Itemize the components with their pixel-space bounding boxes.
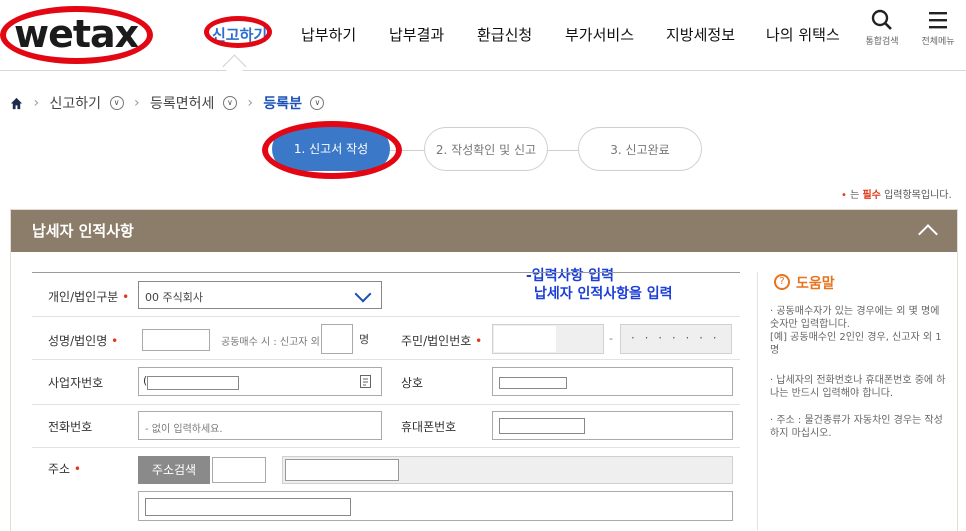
help-item-1: · 공동매수자가 있는 경우에는 외 몇 명에 숫자만 입력합니다. [예] 공… <box>770 306 942 356</box>
address-main-input[interactable] <box>282 456 733 484</box>
step-highlight-ring <box>262 121 402 179</box>
postal-code-input[interactable] <box>212 457 266 483</box>
joint-buyer-text: 공동매수 시 : 신고자 외 <box>221 337 320 348</box>
address-label: 주소 • <box>48 460 81 477</box>
required-mark: • <box>475 334 483 348</box>
breadcrumb-item-registration[interactable]: 등록분 <box>263 96 302 112</box>
question-icon: ? <box>774 274 790 290</box>
panel-header[interactable]: 납세자 인적사항 <box>11 210 957 252</box>
help-item-2: · 납세자의 전화번호나 휴대폰번호 중에 하나는 반드시 입력해야 합니다. <box>770 375 946 399</box>
address-search-button[interactable]: 주소검색 <box>138 456 210 484</box>
company-name-input[interactable] <box>492 367 733 396</box>
required-emphasis: 필수 <box>862 190 881 201</box>
all-menu-button[interactable]: 전체메뉴 <box>918 8 958 47</box>
required-mark: • <box>73 462 81 476</box>
home-icon[interactable] <box>10 97 23 110</box>
name-label: 성명/법인명 • <box>48 332 118 349</box>
id-number-dash: - <box>609 332 613 345</box>
required-note: • 는 필수 입력항목입니다. <box>841 186 952 201</box>
breadcrumb: › 신고하기 ∨ › 등록면허세 ∨ › 등록분 ∨ <box>10 93 325 113</box>
taxpayer-type-value: 00 주식회사 <box>145 291 203 304</box>
taxpayer-type-text: 개인/법인구분 <box>48 290 119 304</box>
hamburger-icon <box>929 12 947 29</box>
logo-highlight-ring <box>0 6 153 64</box>
address-label-text: 주소 <box>48 462 71 476</box>
nav-my-wetax[interactable]: 나의 위택스 <box>766 24 840 45</box>
phone-input[interactable]: - 없이 입력하세요. <box>138 411 382 440</box>
taxpayer-type-select[interactable]: 00 주식회사 <box>138 281 382 309</box>
required-mark: • <box>111 334 119 348</box>
step-2-review: 2. 작성확인 및 신고 <box>424 127 548 171</box>
phone-placeholder: - 없이 입력하세요. <box>145 424 223 435</box>
help-item-3: · 주소 : 물건종류가 자동차인 경우는 작성하지 마십시오. <box>770 415 943 439</box>
business-number-input[interactable]: ( <box>138 367 382 396</box>
chevron-right-icon: › <box>133 95 140 111</box>
company-name-redaction <box>499 377 567 389</box>
name-label-text: 성명/법인명 <box>48 334 108 348</box>
section-title: 납세자 인적사항 <box>32 222 134 240</box>
breadcrumb-item-file-return[interactable]: 신고하기 <box>50 96 102 112</box>
chevron-down-icon[interactable]: ∨ <box>222 96 237 110</box>
company-name-label: 상호 <box>401 376 424 390</box>
search-label: 통합검색 <box>865 37 899 47</box>
name-input[interactable] <box>142 329 210 351</box>
chevron-right-icon: › <box>247 95 253 111</box>
breadcrumb-item-registration-license-tax[interactable]: 등록면허세 <box>150 96 214 112</box>
site-header: wetax 신고하기 납부하기 납부결과 환급신청 부가서비스 지방세정보 나의… <box>0 0 966 71</box>
menu-label: 전체메뉴 <box>921 37 955 47</box>
id-number-label-text: 주민/법인번호 <box>401 334 472 348</box>
required-bullet: • <box>841 190 847 201</box>
nav-payment-result[interactable]: 납부결과 <box>389 24 444 45</box>
mobile-redaction <box>499 418 585 434</box>
help-title: 도움말 <box>796 276 835 292</box>
chevron-down-icon <box>354 285 372 303</box>
chevron-up-icon[interactable] <box>918 224 938 244</box>
mobile-input[interactable] <box>492 411 733 440</box>
address-detail-value <box>145 498 351 516</box>
mobile-label: 휴대폰번호 <box>401 420 457 434</box>
document-icon[interactable] <box>360 375 371 388</box>
help-panel: ? 도움말 · 공동매수자가 있는 경우에는 외 몇 명에 숫자만 입력합니다.… <box>757 272 954 530</box>
joint-buyer-unit: 명 <box>359 333 370 346</box>
required-prefix: 는 <box>850 190 860 201</box>
id-number-back-input[interactable]: · · · · · · · <box>620 324 732 354</box>
address-detail-input[interactable] <box>138 491 733 521</box>
chevron-right-icon: › <box>33 95 40 111</box>
search-icon <box>871 9 892 30</box>
id-number-label: 주민/법인번호 • <box>401 332 482 349</box>
chevron-down-icon[interactable]: ∨ <box>109 96 124 110</box>
phone-label: 전화번호 <box>48 420 93 434</box>
chevron-down-icon[interactable]: ∨ <box>310 96 325 110</box>
required-mark: • <box>122 290 130 304</box>
nav-local-tax-info[interactable]: 지방세정보 <box>666 24 735 45</box>
id-number-mask: · · · · · · · <box>631 331 720 345</box>
business-number-label: 사업자번호 <box>48 376 104 390</box>
nav-payment[interactable]: 납부하기 <box>301 24 356 45</box>
nav-extra-services[interactable]: 부가서비스 <box>565 24 634 45</box>
integrated-search-button[interactable]: 통합검색 <box>862 8 902 47</box>
address-main-value <box>285 459 399 481</box>
id-number-front-value <box>494 326 556 352</box>
required-suffix: 입력항목입니다. <box>884 190 952 201</box>
nav-refund[interactable]: 환급신청 <box>477 24 532 45</box>
step-3-complete: 3. 신고완료 <box>578 127 702 171</box>
business-number-redaction <box>147 376 239 390</box>
joint-buyer-count-input[interactable] <box>321 324 353 354</box>
taxpayer-type-label: 개인/법인구분 • <box>48 288 129 305</box>
nav-highlight-ring <box>204 16 272 48</box>
